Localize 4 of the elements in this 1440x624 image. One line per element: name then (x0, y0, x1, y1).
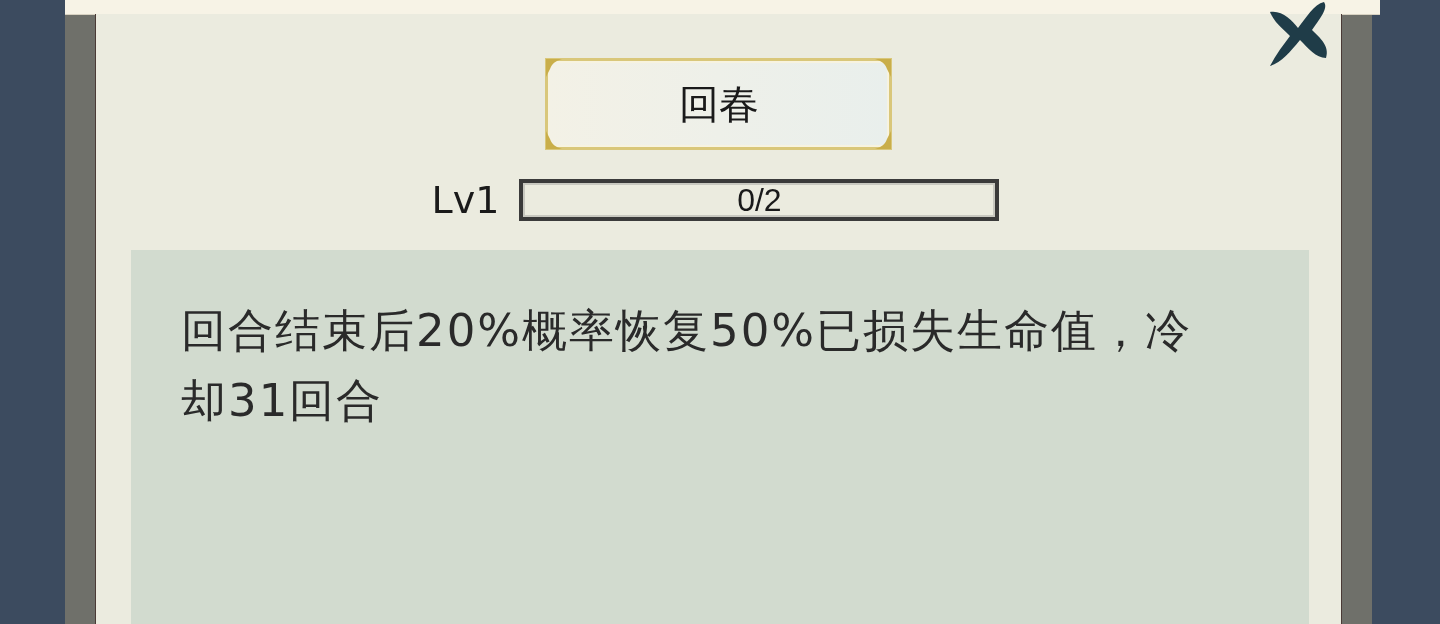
level-label: Lv1 (431, 178, 500, 222)
experience-reading: 0/2 (737, 181, 782, 219)
skill-description: 回合结束后20%概率恢复50%已损失生命值，冷却31回合 (181, 303, 1194, 429)
skill-name: 回春 (678, 79, 759, 129)
